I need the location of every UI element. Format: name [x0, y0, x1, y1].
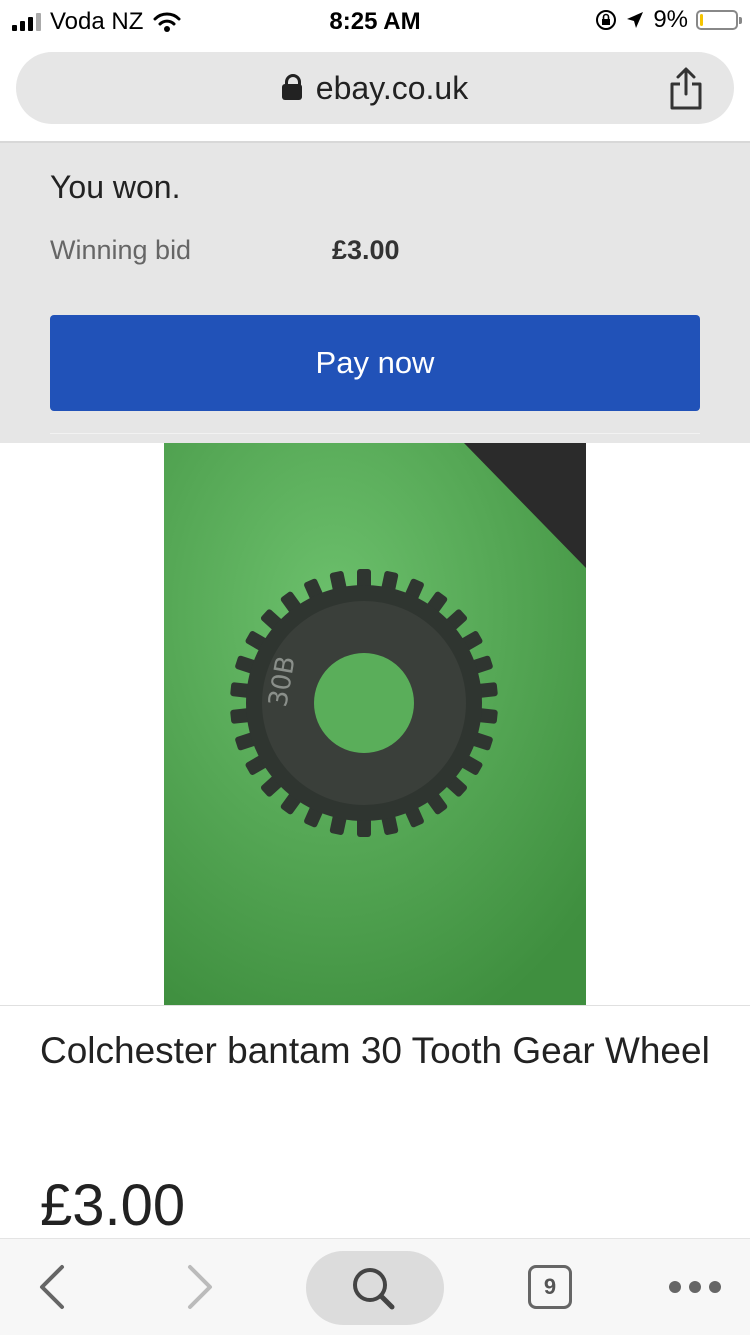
battery-percent: 9%	[653, 6, 688, 33]
tab-count: 9	[543, 1274, 557, 1299]
location-icon	[627, 12, 644, 28]
separator	[0, 1005, 750, 1006]
tabs-icon: 9	[528, 1265, 572, 1309]
address-bar[interactable]: ebay.co.uk	[16, 52, 734, 124]
won-title: You won.	[50, 169, 181, 205]
winning-bid-label: Winning bid	[50, 235, 192, 265]
orientation-lock-icon	[596, 10, 617, 30]
status-bar: Voda NZ 8:25 AM 9%	[0, 0, 750, 40]
url-text: ebay.co.uk	[315, 70, 469, 106]
status-right: 9%	[595, 6, 742, 34]
back-icon	[40, 1265, 64, 1309]
browser-toolbar: 9	[0, 1238, 750, 1335]
divider	[50, 433, 700, 434]
battery-icon	[696, 10, 742, 30]
lock-icon	[281, 74, 302, 100]
battery-fill	[700, 14, 703, 26]
winning-bid-value: £3.00	[332, 235, 400, 265]
search-icon	[353, 1268, 395, 1310]
more-button[interactable]	[660, 1239, 730, 1335]
gear-image: 30B	[164, 443, 586, 1005]
search-button[interactable]	[306, 1251, 444, 1325]
item-photo[interactable]: 30B	[164, 443, 586, 1005]
won-panel: You won. Winning bid £3.00 Pay now	[0, 141, 750, 443]
item-price: £3.00	[40, 1173, 186, 1238]
more-icon	[669, 1281, 721, 1293]
share-icon[interactable]	[666, 66, 706, 112]
tabs-button[interactable]: 9	[520, 1239, 580, 1335]
item-title[interactable]: Colchester bantam 30 Tooth Gear Wheel	[40, 1030, 720, 1072]
url-display[interactable]: ebay.co.uk	[16, 70, 734, 107]
forward-button[interactable]	[170, 1239, 230, 1335]
pay-now-button[interactable]: Pay now	[50, 315, 700, 411]
back-button[interactable]	[22, 1239, 82, 1335]
forward-icon	[188, 1265, 212, 1309]
